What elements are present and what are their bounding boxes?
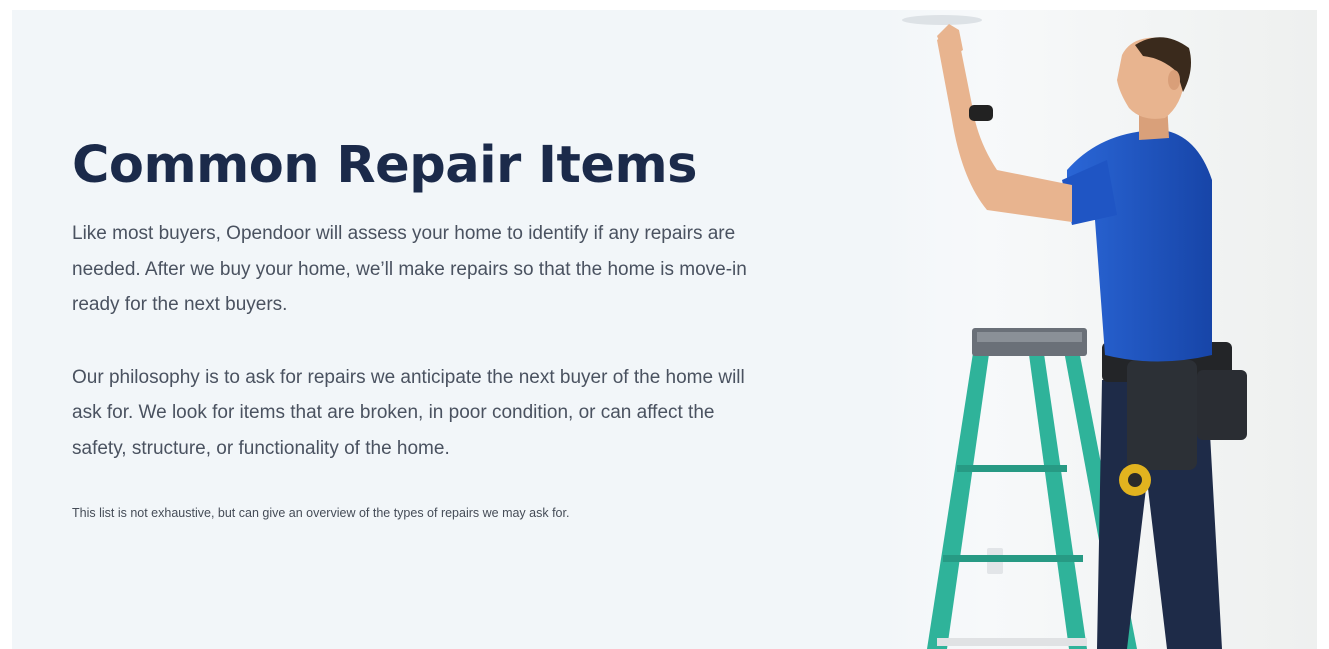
- philosophy-paragraph: Our philosophy is to ask for repairs we …: [72, 366, 745, 459]
- intro-paragraph: Like most buyers, Opendoor will assess y…: [72, 223, 747, 315]
- repairman-photo: [877, 10, 1317, 649]
- text-column: Common Repair Items Like most buyers, Op…: [72, 134, 772, 522]
- page-title: Common Repair Items: [72, 136, 697, 195]
- ceiling-fixture: [902, 15, 982, 25]
- disclaimer-note: This list is not exhaustive, but can giv…: [72, 506, 570, 520]
- repair-section: Common Repair Items Like most buyers, Op…: [12, 10, 1317, 649]
